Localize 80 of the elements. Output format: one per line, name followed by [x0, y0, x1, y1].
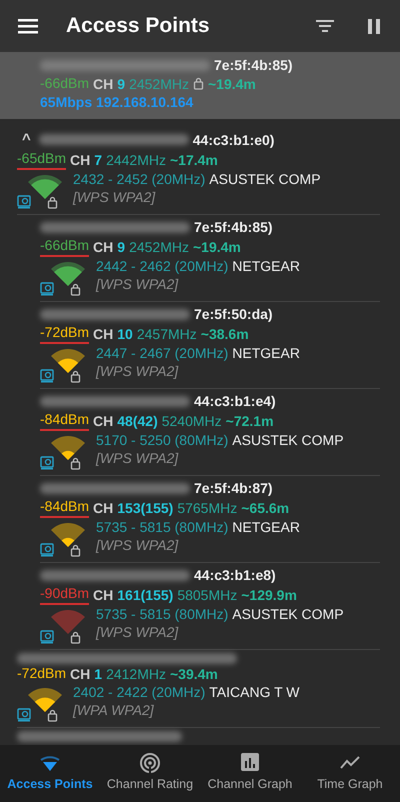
nav-label: Access Points	[7, 776, 93, 794]
channel-label: CH	[93, 586, 114, 604]
connection-info: 65Mbps 192.168.10.164	[40, 93, 194, 111]
distance: ~65.6m	[241, 498, 290, 516]
vendor-name: ASUSTEK COMP	[232, 605, 344, 623]
nav-label: Time Graph	[317, 776, 383, 794]
channel-label: CH	[93, 498, 114, 516]
frequency: 2412MHz	[106, 664, 166, 682]
distance: ~72.1m	[226, 412, 274, 430]
channel-number: 161(155)	[117, 586, 174, 604]
vendor-name: ASUSTEK COMP	[209, 170, 321, 188]
frequency-range: 2432 - 2452 (20MHz)	[73, 170, 206, 188]
frequency: 2442MHz	[106, 150, 166, 168]
channel-number: 48(42)	[117, 412, 158, 430]
frequency-range: 2442 - 2462 (20MHz)	[96, 257, 228, 275]
signal-strength: -72dBm	[40, 323, 90, 344]
vendor-name: TAICANG T W	[209, 683, 300, 701]
channel-label: CH	[70, 664, 90, 682]
signal-strength: -84dBm	[40, 497, 90, 518]
signal-strength: -84dBm	[40, 410, 90, 431]
channel-label: CH	[93, 238, 114, 256]
channel-number: 1	[94, 664, 102, 682]
vendor-name: ASUSTEK COMP	[232, 431, 344, 449]
frequency: 2457MHz	[136, 324, 197, 342]
channel-label: CH	[70, 150, 90, 168]
frequency: 5805MHz	[177, 586, 238, 604]
network-id: 44:c3:b1:e0)	[192, 130, 274, 148]
network-id: 7e:5f:4b:87)	[194, 479, 273, 497]
signal-strength: -66dBm	[40, 236, 90, 257]
frequency-range: 5170 - 5250 (80MHz)	[96, 431, 228, 449]
nav-label: Channel Rating	[106, 776, 194, 794]
frequency: 2452MHz	[129, 238, 189, 256]
channel-label: CH	[93, 74, 114, 92]
signal-strength: -65dBm	[17, 149, 66, 170]
frequency: 5765MHz	[177, 498, 238, 516]
signal-strength: -66dBm	[40, 74, 90, 93]
nav-tab[interactable]: Time Graph	[300, 745, 400, 802]
distance: ~129.9m	[241, 586, 297, 604]
distance: ~19.4m	[192, 238, 241, 256]
frequency: 2452MHz	[129, 74, 189, 92]
security-info: [WPS WPA2]	[73, 188, 156, 206]
nav-tab[interactable]: Access Points	[0, 745, 100, 802]
network-id: 44:c3:b1:e8)	[194, 566, 276, 584]
vendor-name: NETGEAR	[232, 344, 300, 362]
vendor-name: NETGEAR	[232, 518, 300, 536]
frequency-range: 5735 - 5815 (80MHz)	[96, 518, 228, 536]
vendor-name: NETGEAR	[232, 257, 300, 275]
network-id: 7e:5f:4b:85)	[194, 218, 273, 236]
signal-strength: -72dBm	[17, 664, 66, 683]
network-id: 7e:5f:4b:85)	[214, 56, 293, 74]
security-info: [WPS WPA2]	[96, 449, 180, 467]
frequency-range: 2447 - 2467 (20MHz)	[96, 344, 228, 362]
distance: ~19.4m	[208, 74, 256, 92]
collapse-toggle[interactable]: ^	[17, 130, 35, 149]
screen-title: Access Points	[66, 13, 211, 39]
connected-network-card[interactable]: 7e:5f:4b:85) -66dBm CH 9 2452MHz ~19.4m 65Mbps 192.168.10.164	[0, 52, 400, 119]
frequency-range: 5735 - 5815 (80MHz)	[96, 605, 228, 623]
channel-number: 9	[117, 74, 126, 92]
nav-tab[interactable]: Channel Rating	[100, 745, 200, 802]
frequency: 5240MHz	[162, 412, 222, 430]
security-info: [WPS WPA2]	[96, 623, 180, 641]
distance: ~39.4m	[170, 664, 218, 682]
nav-tab[interactable]: Channel Graph	[200, 745, 300, 802]
network-id: 44:c3:b1:e4)	[194, 392, 276, 410]
security-info: [WPS WPA2]	[96, 536, 180, 554]
channel-label: CH	[93, 412, 114, 430]
distance: ~38.6m	[200, 324, 249, 342]
channel-number: 153(155)	[117, 498, 174, 516]
channel-number: 9	[117, 238, 126, 256]
distance: ~17.4m	[170, 150, 218, 168]
security-info: [WPA WPA2]	[73, 701, 155, 719]
frequency-range: 2402 - 2422 (20MHz)	[73, 683, 206, 701]
channel-number: 7	[94, 150, 102, 168]
nav-label: Channel Graph	[208, 776, 292, 794]
network-id: 7e:5f:50:da)	[194, 305, 273, 323]
channel-number: 10	[117, 324, 133, 342]
signal-strength: -90dBm	[40, 584, 90, 605]
security-info: [WPS WPA2]	[96, 362, 180, 380]
security-info: [WPS WPA2]	[96, 275, 180, 293]
channel-label: CH	[93, 324, 114, 342]
